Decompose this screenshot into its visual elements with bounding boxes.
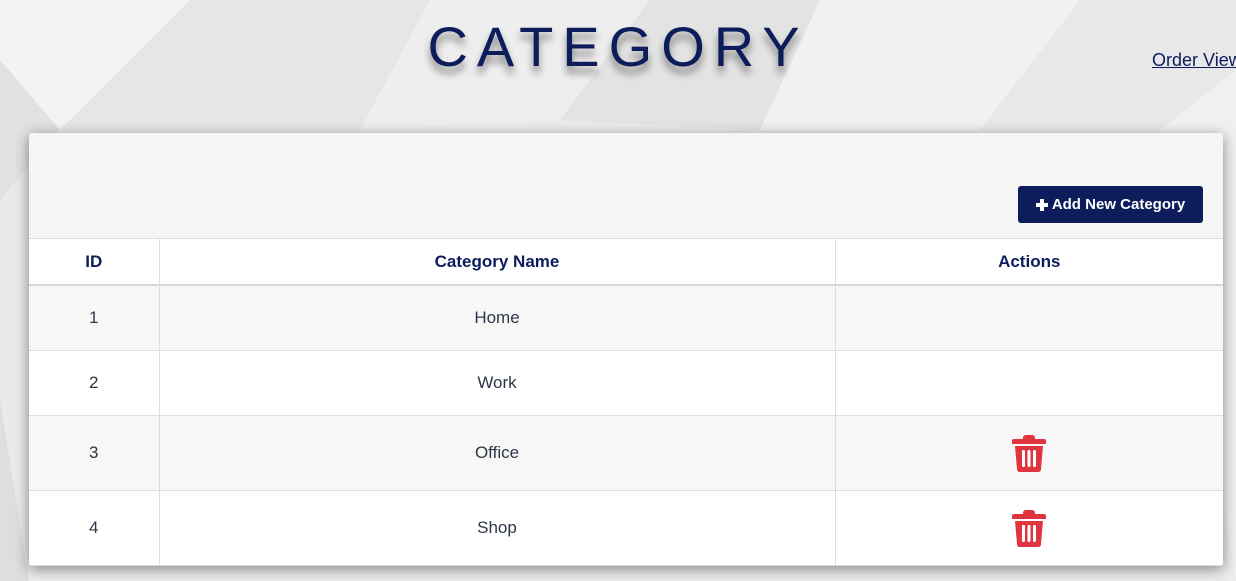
column-header-category-name: Category Name (158, 238, 836, 286)
table-row: 4 Shop (29, 490, 1223, 566)
cell-actions (834, 415, 1223, 491)
trash-icon[interactable] (1012, 434, 1047, 472)
cell-category-name: Office (158, 415, 836, 491)
cell-category-name: Work (158, 350, 836, 416)
order-view-link[interactable]: Order View (1152, 50, 1236, 71)
page-title: CATEGORY (427, 15, 809, 78)
table-header-row: ID Category Name Actions (29, 238, 1223, 286)
trash-icon[interactable] (1012, 509, 1047, 547)
cell-id: 1 (29, 284, 160, 351)
category-card: Add New Category ID Category Name Action… (29, 133, 1223, 566)
cell-id: 4 (29, 490, 160, 566)
table-row: 2 Work (29, 350, 1223, 416)
cell-actions (834, 490, 1223, 566)
add-new-category-label: Add New Category (1051, 196, 1186, 213)
cell-category-name: Shop (158, 490, 836, 566)
column-header-id: ID (29, 238, 160, 286)
add-new-category-button[interactable]: Add New Category (1018, 186, 1203, 223)
cell-id: 3 (29, 415, 160, 491)
cell-id: 2 (29, 350, 160, 416)
table-row: 3 Office (29, 415, 1223, 491)
column-header-actions: Actions (834, 238, 1223, 286)
card-header: Add New Category (29, 133, 1223, 238)
plus-icon (1035, 198, 1048, 211)
category-table: ID Category Name Actions 1 Home 2 Work 3… (29, 238, 1223, 566)
table-row: 1 Home (29, 284, 1223, 351)
cell-actions (834, 284, 1223, 351)
cell-actions (834, 350, 1223, 416)
cell-category-name: Home (158, 284, 836, 351)
